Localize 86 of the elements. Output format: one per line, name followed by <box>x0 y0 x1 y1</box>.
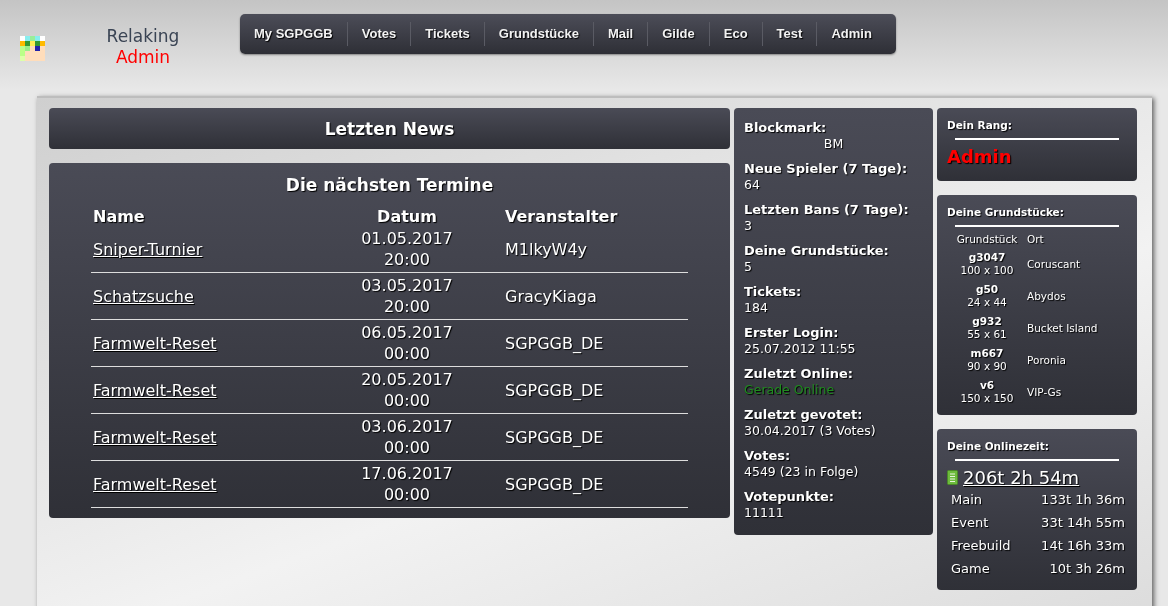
column-header: Grundstück <box>955 233 1019 245</box>
events-title: Die nächsten Termine <box>284 174 495 197</box>
stat-label: Blockmark: <box>744 120 828 135</box>
user-name: Relaking <box>106 26 180 47</box>
stat-label: Deine Grundstücke: <box>744 243 890 258</box>
stat-value: 184 <box>744 299 769 316</box>
document-icon <box>947 470 958 485</box>
event-date: 06.05.2017 00:00 <box>361 322 453 364</box>
nav-link[interactable]: Test <box>761 22 817 46</box>
stat-label: Zuletzt gevotet: <box>744 407 864 422</box>
stat-value: 3 <box>744 217 753 234</box>
stat-label: Zuletzt Online: <box>744 366 854 381</box>
server-name: Game <box>951 561 990 576</box>
plot-location: Bucket Island <box>1027 322 1099 334</box>
plot-location: Coruscant <box>1027 258 1082 270</box>
stat-label: Votepunkte: <box>744 489 835 504</box>
stat-label: Neue Spieler (7 Tage): <box>744 161 909 176</box>
event-date: 01.05.2017 20:00 <box>361 228 453 270</box>
card-title: Dein Rang: <box>947 119 1013 131</box>
event-date: 17.06.2017 00:00 <box>361 463 453 505</box>
stat-value: 4549 (23 in Folge) <box>744 463 860 480</box>
event-link[interactable]: Farmwelt-Reset <box>93 473 217 495</box>
plot-size: 55 x 61 <box>967 328 1007 341</box>
event-date: 20.05.2017 00:00 <box>361 369 453 411</box>
server-time: 33t 14h 55m <box>1041 515 1125 530</box>
event-organizer: SGPGGB_DE <box>505 473 604 495</box>
nav-link[interactable]: Tickets <box>410 22 484 46</box>
plot-size: 150 x 150 <box>960 392 1014 405</box>
news-title: Letzten News <box>323 118 456 141</box>
event-link[interactable]: Farmwelt-Reset <box>93 426 217 448</box>
column-header: Veranstalter <box>504 206 619 226</box>
event-link[interactable]: Schatzsuche <box>93 285 194 307</box>
event-date: 03.05.2017 20:00 <box>361 275 453 317</box>
stat-value: 30.04.2017 (3 Votes) <box>744 422 877 439</box>
nav-link[interactable]: Mail <box>592 22 648 46</box>
stat-value: 64 <box>744 176 761 193</box>
stat-label: Tickets: <box>744 284 803 299</box>
stat-value: BM <box>822 135 845 152</box>
plot-location: VIP-Gs <box>1027 386 1063 398</box>
plot-id: g932 <box>972 315 1002 328</box>
event-link[interactable]: Sniper-Turnier <box>93 238 203 260</box>
event-organizer: M1lkyW4y <box>505 238 588 260</box>
stat-value: Gerade Online <box>744 381 836 398</box>
nav-link[interactable]: Eco <box>708 22 762 46</box>
plot-location: Poronia <box>1027 354 1067 366</box>
event-link[interactable]: Farmwelt-Reset <box>93 332 217 354</box>
nav-link[interactable]: My SGPGGB <box>240 22 347 46</box>
avatar-icon <box>20 35 45 61</box>
server-name: Main <box>951 492 983 507</box>
server-name: Freebuild <box>951 538 1011 553</box>
event-link[interactable]: Farmwelt-Reset <box>93 379 217 401</box>
stat-label: Votes: <box>744 448 792 463</box>
plot-id: m667 <box>970 347 1004 360</box>
stat-value: 5 <box>744 258 753 275</box>
nav-link[interactable]: Gilde <box>647 22 709 46</box>
plot-size: 90 x 90 <box>967 360 1007 373</box>
plot-id: g50 <box>975 283 999 296</box>
event-organizer: GracyKiaga <box>505 285 597 307</box>
plot-size: 24 x 44 <box>967 296 1007 309</box>
plot-id: g3047 <box>968 251 1006 264</box>
column-header: Name <box>92 206 146 226</box>
column-header: Datum <box>376 206 438 226</box>
column-header: Ort <box>1027 233 1045 245</box>
nav-link[interactable]: Admin <box>816 22 886 46</box>
nav-link[interactable]: Grundstücke <box>483 22 593 46</box>
plot-id: v6 <box>979 379 995 392</box>
server-time: 133t 1h 36m <box>1041 492 1125 507</box>
plot-size: 100 x 100 <box>960 264 1014 277</box>
server-name: Event <box>951 515 989 530</box>
event-organizer: SGPGGB_DE <box>505 426 604 448</box>
total-online-time[interactable]: 206t 2h 54m <box>963 467 1080 488</box>
stat-label: Erster Login: <box>744 325 840 340</box>
stat-label: Letzten Bans (7 Tage): <box>744 202 910 217</box>
event-organizer: SGPGGB_DE <box>505 332 604 354</box>
stat-value: 25.07.2012 11:55 <box>744 340 857 357</box>
event-date: 03.06.2017 00:00 <box>361 416 453 458</box>
plot-location: Abydos <box>1027 290 1067 302</box>
card-title: Deine Grundstücke: <box>947 206 1065 218</box>
card-title: Deine Onlinezeit: <box>947 440 1050 452</box>
stat-value: 11111 <box>744 504 785 521</box>
nav-link[interactable]: Votes <box>346 22 411 46</box>
event-organizer: SGPGGB_DE <box>505 379 604 401</box>
rank-value: Admin <box>947 146 1013 167</box>
user-rank: Admin <box>115 47 171 68</box>
server-time: 14t 16h 33m <box>1041 538 1125 553</box>
server-time: 10t 3h 26m <box>1049 561 1125 576</box>
